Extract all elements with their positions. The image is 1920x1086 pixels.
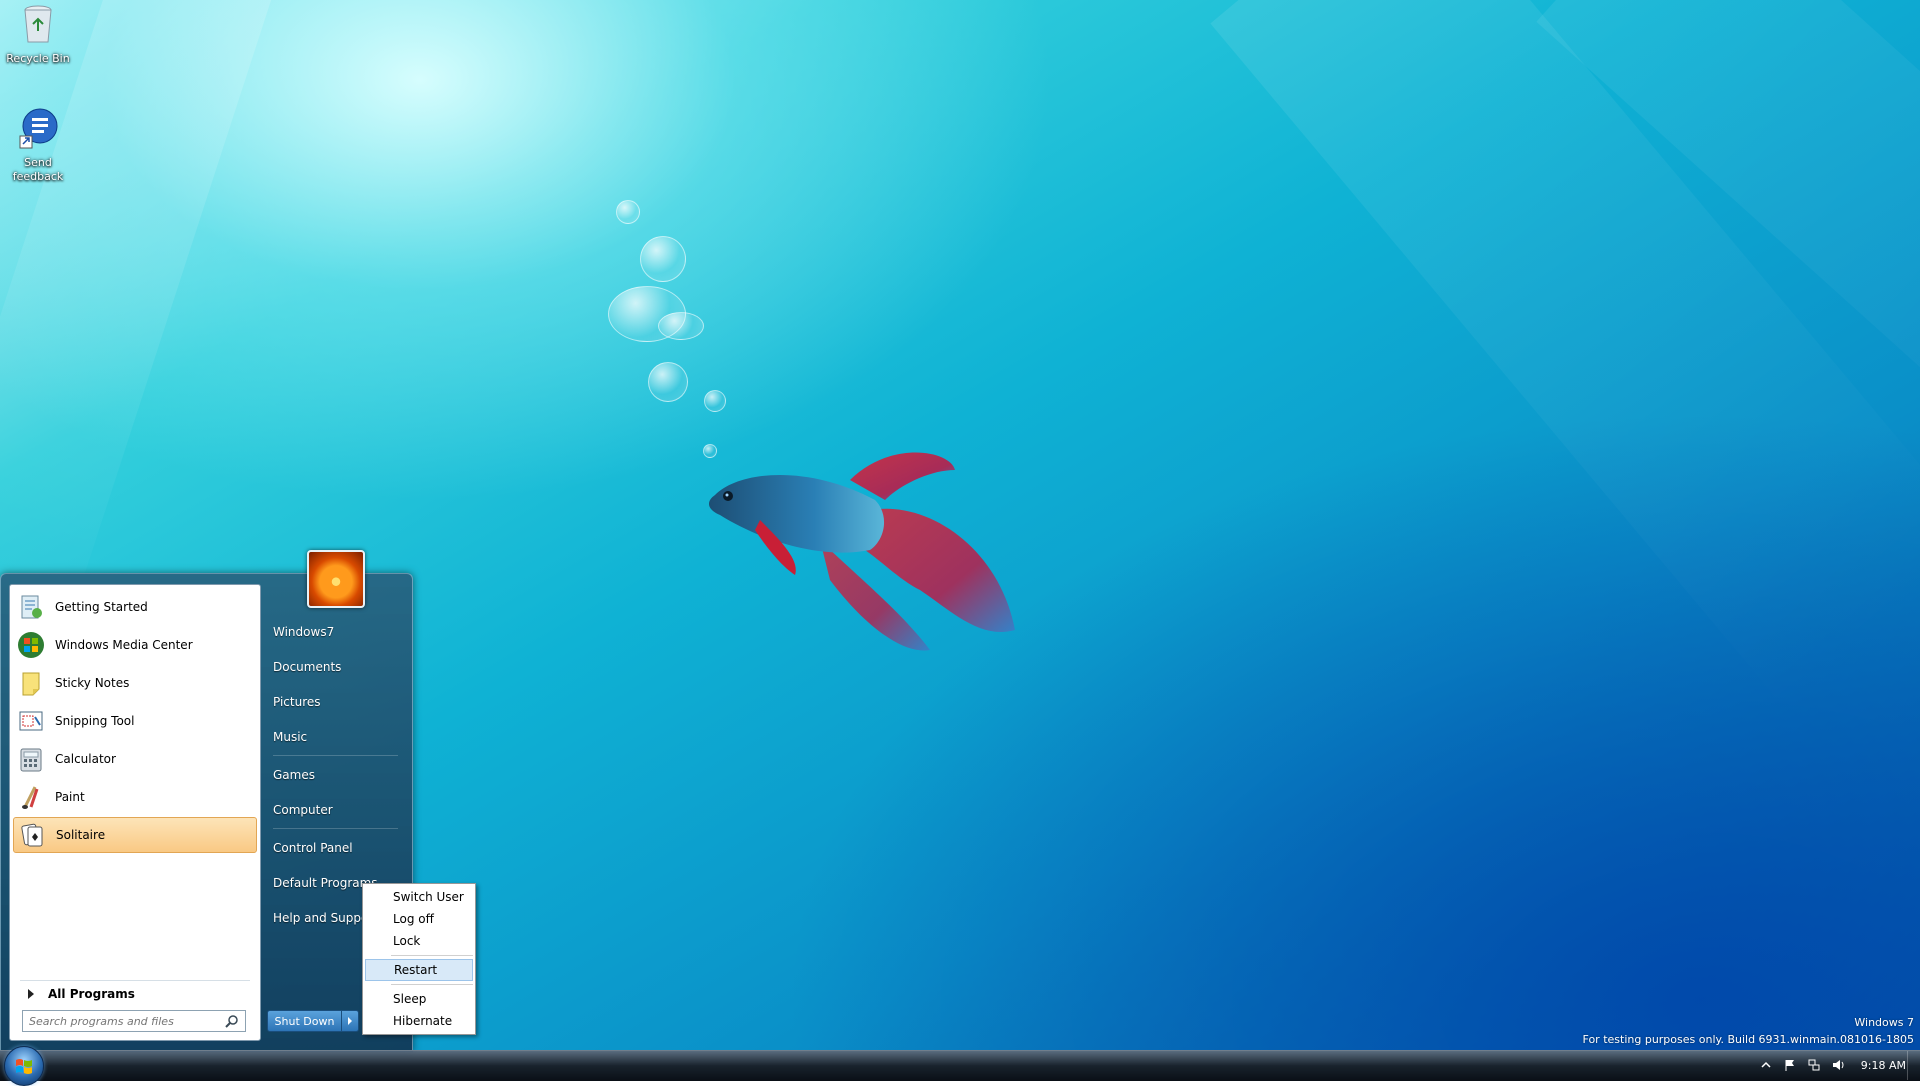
start-link-documents[interactable]: Documents	[269, 649, 404, 684]
desktop-icon-label: Recycle Bin	[6, 52, 70, 65]
start-item-windows-media-center[interactable]: Windows Media Center	[13, 627, 257, 663]
action-center-flag-icon[interactable]	[1783, 1058, 1797, 1072]
start-link-games[interactable]: Games	[269, 757, 404, 792]
desktop-icon-label: Send feedback	[12, 156, 64, 183]
getting-started-icon	[21, 595, 42, 619]
separator	[273, 755, 398, 756]
pinned-programs-list: Getting Started Windows Media Center Sti…	[10, 585, 260, 859]
volume-icon[interactable]	[1831, 1058, 1845, 1072]
solitaire-icon	[21, 823, 43, 847]
recycle-bin-icon	[24, 5, 52, 43]
start-menu-left-pane: Getting Started Windows Media Center Sti…	[9, 584, 261, 1041]
start-button[interactable]	[4, 1046, 44, 1086]
snipping-tool-icon	[19, 711, 43, 731]
search-icon[interactable]	[225, 1014, 239, 1028]
menu-item-restart[interactable]: Restart	[365, 959, 473, 981]
start-item-label: Sticky Notes	[55, 676, 130, 690]
start-item-label: Paint	[55, 790, 85, 804]
watermark-title: Windows 7	[1854, 1016, 1914, 1029]
media-center-icon	[18, 632, 44, 658]
start-item-label: Solitaire	[56, 828, 106, 842]
start-item-calculator[interactable]: Calculator	[13, 741, 257, 777]
start-link-computer[interactable]: Computer	[269, 792, 404, 827]
windows-logo-icon	[16, 1059, 32, 1074]
chevron-right-icon	[348, 1017, 352, 1025]
start-link-control-panel[interactable]: Control Panel	[269, 830, 404, 865]
all-programs-label: All Programs	[48, 987, 135, 1001]
shutdown-button[interactable]: Shut Down	[267, 1010, 342, 1032]
start-search-box	[22, 1010, 246, 1032]
taskbar	[0, 1050, 1920, 1081]
paint-icon	[22, 786, 39, 809]
menu-item-lock[interactable]: Lock	[363, 930, 475, 952]
all-programs-button[interactable]: All Programs	[20, 980, 250, 1007]
menu-separator	[391, 955, 473, 956]
start-link-pictures[interactable]: Pictures	[269, 684, 404, 719]
start-item-sticky-notes[interactable]: Sticky Notes	[13, 665, 257, 701]
notification-area: 9:18 AM	[1759, 1056, 1906, 1074]
show-hidden-icons-arrow-icon[interactable]	[1759, 1058, 1773, 1072]
user-account-picture[interactable]	[307, 550, 365, 608]
separator	[273, 828, 398, 829]
sticky-notes-icon	[22, 672, 40, 696]
start-item-snipping-tool[interactable]: Snipping Tool	[13, 703, 257, 739]
menu-item-hibernate[interactable]: Hibernate	[363, 1010, 475, 1032]
start-item-solitaire[interactable]: Solitaire	[13, 817, 257, 853]
start-item-label: Getting Started	[55, 600, 148, 614]
expand-arrow-icon	[28, 989, 34, 999]
start-item-label: Snipping Tool	[55, 714, 135, 728]
menu-item-sleep[interactable]: Sleep	[363, 988, 475, 1010]
shutdown-options-button[interactable]	[342, 1010, 359, 1032]
show-desktop-button[interactable]	[1907, 1051, 1920, 1080]
start-item-label: Calculator	[55, 752, 116, 766]
bubble	[704, 390, 726, 412]
betta-fish-image	[708, 452, 1015, 651]
bubble	[658, 312, 704, 340]
start-link-music[interactable]: Music	[269, 719, 404, 754]
start-link-user-folder[interactable]: Windows7	[269, 614, 404, 649]
clock[interactable]: 9:18 AM	[1861, 1059, 1906, 1072]
start-item-getting-started[interactable]: Getting Started	[13, 589, 257, 625]
menu-item-switch-user[interactable]: Switch User	[363, 886, 475, 908]
calculator-icon	[20, 748, 42, 772]
build-watermark: Windows 7 For testing purposes only. Bui…	[1583, 1014, 1914, 1048]
menu-separator	[391, 984, 473, 985]
feedback-icon	[19, 108, 58, 149]
menu-item-log-off[interactable]: Log off	[363, 908, 475, 930]
start-item-paint[interactable]: Paint	[13, 779, 257, 815]
search-input[interactable]	[23, 1012, 225, 1030]
start-menu: Getting Started Windows Media Center Sti…	[0, 550, 413, 1052]
shutdown-options-menu: Switch User Log off Lock Restart Sleep H…	[362, 883, 476, 1035]
bubble	[648, 362, 688, 402]
network-icon[interactable]	[1807, 1058, 1821, 1072]
bubble	[616, 200, 640, 224]
watermark-build: For testing purposes only. Build 6931.wi…	[1582, 1033, 1914, 1046]
shutdown-control: Shut Down	[267, 1010, 359, 1032]
bubble	[640, 236, 686, 282]
desktop-icon-recycle-bin[interactable]: Recycle Bin	[0, 2, 76, 66]
desktop-icon-send-feedback[interactable]: Send feedback	[0, 106, 76, 184]
start-item-label: Windows Media Center	[55, 638, 193, 652]
light-ray	[0, 0, 277, 651]
